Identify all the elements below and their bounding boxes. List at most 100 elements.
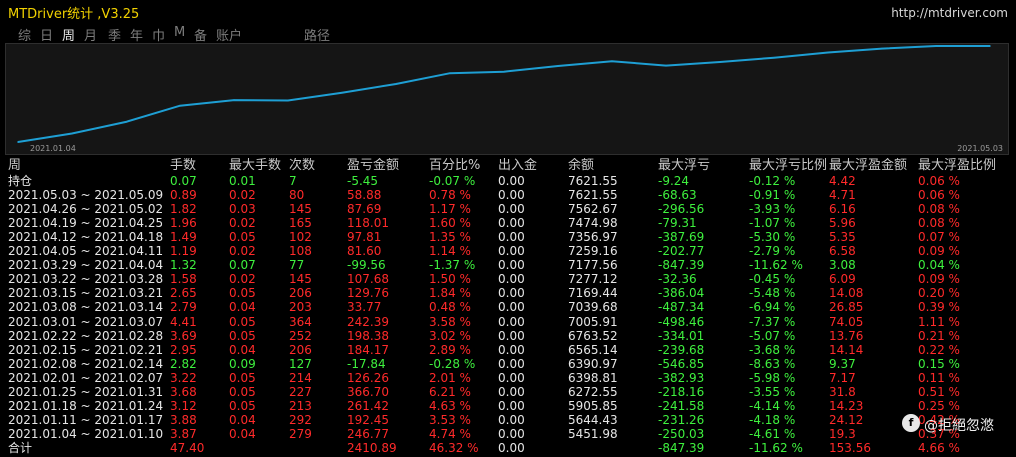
cell-1: 4.41 [170, 314, 197, 329]
cell-5: 0.48 % [429, 300, 471, 315]
menu-item-3[interactable]: 月 [84, 25, 97, 44]
cell-1: 1.96 [170, 216, 197, 231]
cell-9: -5.48 % [749, 286, 796, 301]
cell-9: -4.61 % [749, 426, 796, 441]
cell-5: 1.35 % [429, 230, 471, 245]
col-header-0[interactable]: 周 [8, 158, 168, 174]
cell-8: -239.68 [658, 342, 705, 357]
cell-5: 6.21 % [429, 384, 471, 399]
cell-7: 7005.91 [568, 314, 618, 329]
col-header-2[interactable]: 最大手数 [229, 158, 287, 174]
col-header-5[interactable]: 百分比% [429, 158, 497, 174]
cell-10: 4.42 [829, 174, 856, 188]
cell-6: 0.00 [498, 272, 525, 287]
cell-0: 2021.02.15 ~ 2021.02.21 [8, 342, 164, 357]
cell-2: 0.02 [229, 216, 256, 231]
cell-3: 214 [289, 370, 312, 385]
cell-11: 0.21 % [918, 328, 960, 343]
balance-point-16 [881, 47, 883, 50]
cell-8: -68.63 [658, 188, 697, 203]
col-header-10[interactable]: 最大浮盈金额 [829, 158, 919, 174]
col-header-3[interactable]: 次数 [289, 158, 345, 174]
cell-1: 3.68 [170, 384, 197, 399]
cell-11: 0.39 % [918, 300, 960, 315]
cell-4: 2410.89 [347, 440, 397, 455]
table-row[interactable]: 合计 47.40 2410.89 46.32 % 0.00 -847.39 -11.62 %… [0, 441, 1016, 457]
menu-item-7[interactable]: M [174, 25, 185, 40]
menu-item-2[interactable]: 周 [62, 25, 75, 44]
menu-item-4[interactable]: 季 [108, 25, 121, 44]
menu-item-5[interactable]: 年 [130, 25, 143, 44]
cell-10: 6.16 [829, 202, 856, 217]
cell-9: -4.14 % [749, 398, 796, 413]
cell-3: 227 [289, 384, 312, 399]
cell-8: -231.26 [658, 412, 705, 427]
cell-1: 0.89 [170, 188, 197, 203]
menu-item-10[interactable]: 路径 [304, 25, 330, 44]
cell-2: 0.04 [229, 412, 256, 427]
balance-point-12 [665, 64, 667, 67]
menu-item-8[interactable]: 备 [194, 25, 207, 44]
col-header-6[interactable]: 出入金 [498, 158, 566, 174]
app-title: MTDriver统计 ,V3.25 [8, 7, 140, 22]
cell-11: 0.09 % [918, 272, 960, 287]
balance-point-11 [611, 60, 613, 62]
cell-10: 6.09 [829, 272, 856, 287]
cell-8: -546.85 [658, 356, 705, 371]
cell-8: -386.04 [658, 286, 705, 301]
cell-9: -2.79 % [749, 244, 796, 259]
cell-6: 0.00 [498, 300, 525, 315]
cell-4: 126.26 [347, 370, 389, 385]
menu-item-1[interactable]: 日 [40, 25, 53, 44]
cell-8: -498.46 [658, 314, 705, 329]
cell-6: 0.00 [498, 426, 525, 441]
cell-11: 0.25 % [918, 398, 960, 413]
cell-4: 97.81 [347, 230, 382, 245]
cell-2: 0.04 [229, 300, 256, 315]
balance-point-0 [17, 141, 19, 143]
cell-10: 13.76 [829, 328, 864, 343]
cell-3: 165 [289, 216, 312, 231]
col-header-11[interactable]: 最大浮盈比例 [918, 158, 1014, 174]
col-header-9[interactable]: 最大浮亏比例 [749, 158, 829, 174]
cell-2: 0.02 [229, 188, 256, 203]
cell-11: 4.66 % [918, 440, 960, 455]
cell-8: -847.39 [658, 258, 705, 273]
cell-7: 7562.67 [568, 202, 618, 217]
cell-11: 0.06 % [918, 174, 960, 188]
cell-7: 5644.43 [568, 412, 618, 427]
cell-4: 246.77 [347, 426, 389, 441]
col-header-1[interactable]: 手数 [170, 158, 228, 174]
menu-item-6[interactable]: 巾 [152, 25, 165, 44]
cell-11: 0.06 % [918, 188, 960, 203]
cell-8: -79.31 [658, 216, 697, 231]
cell-2: 0.05 [229, 384, 256, 399]
cell-5: 3.53 % [429, 412, 471, 427]
cell-10: 153.56 [829, 440, 871, 455]
balance-point-5 [287, 99, 289, 102]
col-header-7[interactable]: 余额 [568, 158, 656, 174]
cell-4: 366.70 [347, 384, 389, 399]
cell-2: 0.02 [229, 244, 256, 259]
menu-item-0[interactable]: 综 [18, 25, 31, 44]
cell-5: 3.58 % [429, 314, 471, 329]
col-header-4[interactable]: 盈亏金额 [347, 158, 427, 174]
cell-4: 118.01 [347, 216, 389, 231]
cell-0: 2021.04.26 ~ 2021.05.02 [8, 202, 164, 217]
cell-9: -5.98 % [749, 370, 796, 385]
cell-11: 0.11 % [918, 370, 960, 385]
menu-item-9[interactable]: 账户 [216, 25, 242, 44]
cell-10: 31.8 [829, 384, 856, 399]
cell-4: 58.88 [347, 188, 382, 203]
col-header-8[interactable]: 最大浮亏 [658, 158, 748, 174]
cell-9: -3.93 % [749, 202, 796, 217]
balance-point-1 [71, 132, 73, 135]
cell-6: 0.00 [498, 258, 525, 273]
cell-7: 7621.55 [568, 174, 618, 188]
cell-0: 2021.03.01 ~ 2021.03.07 [8, 314, 164, 329]
cell-4: 242.39 [347, 314, 389, 329]
stats-table: 周手数 最大手数 次数 盈亏金额 百分比% 出入金 余额 最大浮亏 最大浮亏比例 最大浮盈金额 最大… [0, 158, 1016, 455]
cell-6: 0.00 [498, 412, 525, 427]
cell-0: 2021.01.04 ~ 2021.01.10 [8, 426, 164, 441]
app-url-link[interactable]: http://mtdriver.com [891, 6, 1008, 20]
